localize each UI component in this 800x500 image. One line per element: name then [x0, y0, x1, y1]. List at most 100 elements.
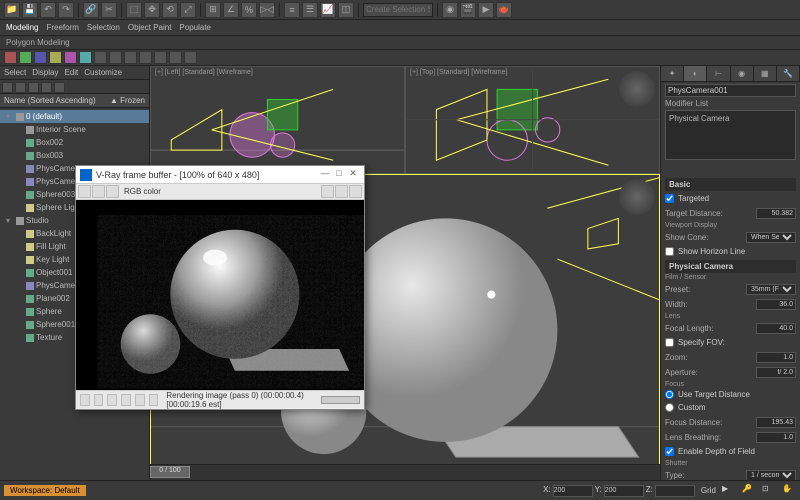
- viewcube[interactable]: [619, 179, 655, 215]
- filter-icon[interactable]: [41, 82, 52, 93]
- frame-slider[interactable]: 0 / 100: [150, 466, 190, 478]
- schematic-icon[interactable]: ◫: [338, 2, 354, 18]
- filter-icon[interactable]: [28, 82, 39, 93]
- modifier-stack[interactable]: Physical Camera: [665, 110, 796, 160]
- qa-icon[interactable]: [79, 51, 92, 64]
- layers-icon[interactable]: ☰: [302, 2, 318, 18]
- color-correct-icon[interactable]: [107, 394, 117, 406]
- tree-node[interactable]: Interior Scene: [0, 123, 149, 136]
- minimize-icon[interactable]: —: [318, 168, 332, 182]
- tab-create-icon[interactable]: ✦: [661, 66, 684, 81]
- tab-hierarchy-icon[interactable]: ⊢: [707, 66, 730, 81]
- show-horizon-checkbox[interactable]: [665, 247, 674, 256]
- align-icon[interactable]: ≡: [284, 2, 300, 18]
- use-target-radio[interactable]: [665, 390, 674, 399]
- stack-item[interactable]: Physical Camera: [668, 113, 793, 124]
- channel-select[interactable]: RGB color: [124, 187, 161, 196]
- qa-icon[interactable]: [124, 51, 137, 64]
- qa-icon[interactable]: [49, 51, 62, 64]
- width-input[interactable]: [756, 299, 796, 310]
- tree-node[interactable]: ▾0 (default): [0, 110, 149, 123]
- viewcube[interactable]: [619, 71, 655, 107]
- qa-icon[interactable]: [184, 51, 197, 64]
- workspace-label[interactable]: Workspace: Default: [4, 485, 86, 496]
- zoom-extents-icon[interactable]: ⊡: [762, 484, 776, 498]
- file-icon[interactable]: 📁: [4, 2, 20, 18]
- pin-stack-icon[interactable]: [665, 162, 679, 176]
- aperture-input[interactable]: [756, 367, 796, 378]
- menu-customize[interactable]: Customize: [84, 68, 122, 77]
- filter-icon[interactable]: [2, 82, 13, 93]
- copy-icon[interactable]: [106, 185, 119, 198]
- lens-fx-icon[interactable]: [121, 394, 131, 406]
- menu-select[interactable]: Select: [4, 68, 26, 77]
- viewport-label[interactable]: [+] [Left] [Standard] [Wireframe]: [155, 69, 253, 76]
- qa-icon[interactable]: [34, 51, 47, 64]
- qa-icon[interactable]: [109, 51, 122, 64]
- target-distance-input[interactable]: [756, 208, 796, 219]
- dof-checkbox[interactable]: [665, 447, 674, 456]
- custom-radio[interactable]: [665, 403, 674, 412]
- qa-icon[interactable]: [169, 51, 182, 64]
- show-end-icon[interactable]: [681, 162, 695, 176]
- move-icon[interactable]: ✥: [144, 2, 160, 18]
- selection-set-input[interactable]: [363, 3, 433, 17]
- render-frame-icon[interactable]: ▶: [478, 2, 494, 18]
- play-icon[interactable]: ▶: [722, 484, 736, 498]
- save-image-icon[interactable]: [78, 185, 91, 198]
- menu-edit[interactable]: Edit: [64, 68, 78, 77]
- focus-distance-input[interactable]: [756, 417, 796, 428]
- filter-icon[interactable]: [54, 82, 65, 93]
- filter-icon[interactable]: [15, 82, 26, 93]
- percent-snap-icon[interactable]: %: [241, 2, 257, 18]
- stamp-icon[interactable]: [135, 394, 145, 406]
- compare-icon[interactable]: [94, 394, 104, 406]
- tab-object-paint[interactable]: Object Paint: [128, 23, 172, 32]
- viewport-top[interactable]: [+] [Top] [Standard] [Wireframe]: [405, 66, 660, 174]
- config-icon[interactable]: [729, 162, 743, 176]
- undo-icon[interactable]: ↶: [40, 2, 56, 18]
- qa-icon[interactable]: [94, 51, 107, 64]
- scale-icon[interactable]: ⤢: [180, 2, 196, 18]
- close-icon[interactable]: ✕: [346, 168, 360, 182]
- region-render-icon[interactable]: [321, 185, 334, 198]
- show-cone-select[interactable]: When Sel: [746, 232, 796, 243]
- object-name-input[interactable]: [665, 84, 796, 97]
- zoom-input[interactable]: [756, 352, 796, 363]
- scene-explorer-header[interactable]: Name (Sorted Ascending) ▲ Frozen: [0, 94, 149, 108]
- stop-render-icon[interactable]: [335, 185, 348, 198]
- qa-icon[interactable]: [154, 51, 167, 64]
- preset-select[interactable]: 35mm (F...Frame): [746, 284, 796, 295]
- tab-utilities-icon[interactable]: 🔧: [777, 66, 800, 81]
- history-icon[interactable]: [80, 394, 90, 406]
- rollout-physical[interactable]: Physical Camera: [665, 260, 796, 273]
- redo-icon[interactable]: ↷: [58, 2, 74, 18]
- rollout-basic[interactable]: Basic: [665, 178, 796, 191]
- x-input[interactable]: [553, 485, 593, 497]
- vray-render-output[interactable]: [76, 200, 364, 390]
- vray-titlebar[interactable]: V-Ray frame buffer - [100% of 640 x 480]…: [76, 166, 364, 184]
- qa-icon[interactable]: [4, 51, 17, 64]
- viewport-label[interactable]: [+] [Top] [Standard] [Wireframe]: [410, 69, 507, 76]
- qa-icon[interactable]: [19, 51, 32, 64]
- vray-frame-buffer[interactable]: V-Ray frame buffer - [100% of 640 x 480]…: [75, 165, 365, 410]
- viewport-left[interactable]: [+] [Left] [Standard] [Wireframe]: [150, 66, 405, 174]
- menu-display[interactable]: Display: [32, 68, 58, 77]
- tab-freeform[interactable]: Freeform: [46, 23, 78, 32]
- pixel-info-icon[interactable]: [149, 394, 159, 406]
- pan-icon[interactable]: ✋: [782, 484, 796, 498]
- z-input[interactable]: [655, 485, 695, 497]
- tab-populate[interactable]: Populate: [179, 23, 211, 32]
- select-icon[interactable]: ⬚: [126, 2, 142, 18]
- unlink-icon[interactable]: ✂: [101, 2, 117, 18]
- targeted-checkbox[interactable]: [665, 194, 674, 203]
- angle-snap-icon[interactable]: ∠: [223, 2, 239, 18]
- lens-breathing-input[interactable]: [756, 432, 796, 443]
- tab-selection[interactable]: Selection: [87, 23, 120, 32]
- tab-motion-icon[interactable]: ◉: [731, 66, 754, 81]
- save-icon[interactable]: 💾: [22, 2, 38, 18]
- curve-editor-icon[interactable]: 📈: [320, 2, 336, 18]
- link-icon[interactable]: 🔗: [83, 2, 99, 18]
- tab-modify-icon[interactable]: ◐: [684, 66, 707, 81]
- maximize-icon[interactable]: □: [332, 168, 346, 182]
